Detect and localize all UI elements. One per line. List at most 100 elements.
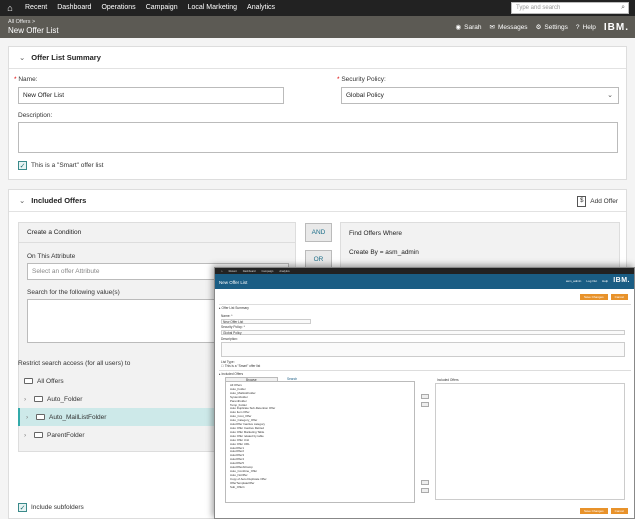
add-offer-button[interactable]: $ Add Offer (577, 196, 618, 207)
user-icon: ◉ (455, 24, 462, 31)
overlay-included-offers-label: Included Offers (437, 378, 459, 382)
nav-campaign[interactable]: Campaign (141, 0, 183, 16)
find-offers-box: Find Offers Where Create By = asm_admin (340, 222, 620, 272)
user-name: Sarah (464, 23, 482, 31)
include-subfolders-checkbox[interactable]: ✓ (18, 503, 27, 512)
overlay-brand-logo: IBM. (613, 277, 630, 284)
on-attribute-label: On This Attribute (27, 253, 76, 260)
folder-label: All Offers (37, 377, 64, 385)
restrict-access-label: Restrict search access (for all users) t… (18, 360, 131, 367)
chevron-down-icon[interactable]: ⌄ (19, 196, 25, 205)
and-button[interactable]: AND (305, 223, 332, 242)
overlay-nav-item: Dashboard (242, 269, 256, 273)
overlay-logout: Log Out (586, 278, 598, 283)
overlay-header: New Offer List asm_admin Log Out Help IB… (215, 274, 634, 289)
overlay-save-button: Save Changes (579, 294, 608, 300)
description-field[interactable] (18, 122, 618, 153)
messages-label: Messages (497, 23, 528, 31)
overlay-offer-tree: All Offers Auto_Folder Auto_MailListFold… (225, 381, 415, 503)
add-document-icon: $ (577, 196, 587, 207)
find-offers-title: Find Offers Where (349, 230, 402, 237)
security-policy-value: Global Policy (346, 92, 384, 99)
folder-label: Auto_Folder (47, 395, 83, 403)
envelope-icon: ✉ (489, 24, 495, 31)
attribute-placeholder: Select an offer Attribute (32, 268, 100, 275)
nav-recent[interactable]: Recent (20, 0, 52, 16)
messages-link[interactable]: ✉ Messages (489, 23, 528, 32)
overlay-move-down (421, 488, 429, 493)
included-header[interactable]: ⌄ Included Offers (9, 190, 626, 212)
overlay-remove-arrow (421, 402, 429, 407)
settings-label: Settings (544, 23, 568, 31)
overlay-user: asm_admin (565, 278, 582, 283)
chevron-right-icon[interactable]: › (26, 414, 32, 421)
folder-label: Auto_MailListFolder (49, 413, 107, 421)
page-title: New Offer List (8, 26, 59, 35)
folder-icon (34, 432, 43, 438)
find-offers-rule: Create By = asm_admin (349, 249, 419, 256)
overlay-description-label: Description: (221, 337, 238, 341)
smart-list-checkbox[interactable]: ✓ (18, 161, 27, 170)
overlay-name-field: New Offer List (221, 319, 311, 324)
overlay-description-field (221, 342, 625, 357)
gear-icon: ⚙ (535, 24, 542, 31)
chevron-down-icon[interactable]: ⌄ (19, 53, 25, 62)
overlay-nav-item: Recent (228, 269, 237, 273)
legacy-screenshot-overlay: ⌂ Recent Dashboard Campaign Analytics Ne… (214, 267, 635, 519)
overlay-smart-label: ☐ This is a "Smart" offer list (221, 364, 261, 368)
offer-list-summary-panel: ⌄ Offer List Summary * Name: New Offer L… (8, 46, 627, 180)
summary-title: Offer List Summary (31, 53, 101, 62)
add-offer-label: Add Offer (590, 198, 618, 205)
nav-local-marketing[interactable]: Local Marketing (183, 0, 242, 16)
nav-dashboard[interactable]: Dashboard (52, 0, 96, 16)
settings-link[interactable]: ⚙ Settings (535, 23, 568, 32)
security-policy-label: * Security Policy: (337, 76, 386, 83)
folder-icon (36, 414, 45, 420)
nav-analytics[interactable]: Analytics (242, 0, 280, 16)
chevron-down-icon: ⌄ (607, 92, 613, 99)
overlay-nav-item: Analytics (279, 269, 290, 273)
folder-icon (24, 378, 33, 384)
summary-header[interactable]: ⌄ Offer List Summary (9, 47, 626, 69)
description-label: Description: (18, 112, 53, 119)
include-subfolders-label: Include subfolders (31, 504, 84, 511)
help-icon: ? (575, 23, 580, 31)
top-navigation: ⌂ Recent Dashboard Operations Campaign L… (0, 0, 635, 16)
page-header: All Offers > New Offer List ◉ Sarah ✉ Mess… (0, 16, 635, 38)
user-menu[interactable]: ◉ Sarah (455, 23, 482, 32)
chevron-right-icon[interactable]: › (24, 432, 30, 439)
overlay-add-arrow (421, 394, 429, 399)
overlay-cancel-button-bottom: Cancel (610, 508, 628, 514)
overlay-tree-item: Sub_Offer1 (230, 484, 245, 489)
folder-icon (34, 396, 43, 402)
overlay-policy-select: Global Policy (221, 330, 625, 335)
nav-operations[interactable]: Operations (96, 0, 140, 16)
overlay-cancel-button: Cancel (610, 294, 628, 300)
brand-logo: IBM. (603, 21, 629, 33)
included-title: Included Offers (31, 196, 87, 205)
overlay-name-label: Name: * (221, 314, 233, 318)
overlay-policy-label: Security Policy: * (221, 325, 245, 329)
overlay-nav-item: Campaign (261, 269, 274, 273)
search-input[interactable]: Type and search ⌕ (511, 2, 629, 14)
name-label: * Name: (14, 76, 38, 83)
search-icon[interactable]: ⌕ (621, 4, 625, 12)
overlay-home-icon: ⌂ (221, 269, 223, 273)
overlay-move-up (421, 480, 429, 485)
security-policy-select[interactable]: Global Policy ⌄ (341, 87, 619, 104)
overlay-help: Help (602, 278, 609, 283)
folder-label: ParentFolder (47, 431, 85, 439)
help-link[interactable]: ? Help (576, 24, 596, 31)
name-field[interactable]: New Offer List (18, 87, 284, 104)
overlay-included-list (435, 383, 625, 500)
smart-list-label: This is a "Smart" offer list (31, 162, 104, 169)
create-condition-title: Create a Condition (19, 223, 295, 243)
search-values-label: Search for the following value(s) (27, 289, 120, 296)
home-icon[interactable]: ⌂ (0, 0, 20, 16)
overlay-save-button-bottom: Save Changes (579, 508, 608, 514)
chevron-right-icon[interactable]: › (24, 396, 30, 403)
overlay-title: New Offer List (219, 280, 248, 285)
help-label: Help (582, 23, 596, 31)
breadcrumb[interactable]: All Offers > (8, 19, 35, 25)
overlay-summary-title: ▸ Offer List Summary (219, 306, 249, 310)
